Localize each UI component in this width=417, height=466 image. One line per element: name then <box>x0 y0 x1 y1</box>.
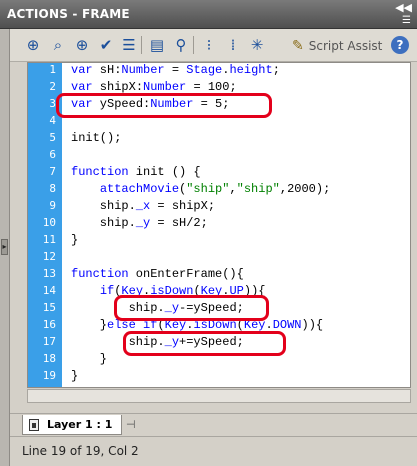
code-hint-icon[interactable]: ▤ <box>147 35 167 55</box>
code-line: var sH:Number = Stage.height; <box>71 63 280 77</box>
line-number: 12 <box>42 250 56 263</box>
code-line: } <box>71 352 108 366</box>
code-line: ship._x = shipX; <box>71 199 216 213</box>
line-number: 17 <box>42 335 56 348</box>
line-number: 18 <box>42 352 56 365</box>
line-number: 14 <box>42 284 56 297</box>
panel-collapse-handle[interactable]: ▸ <box>1 239 8 255</box>
line-number: 13 <box>42 267 56 280</box>
left-dock-strip: ▸ <box>0 29 10 466</box>
script-assist-button[interactable]: ✎ Script Assist <box>292 36 382 56</box>
line-number: 1 <box>49 63 56 76</box>
code-line: ship._y = sH/2; <box>71 216 208 230</box>
actions-toolbar: ⊕ ⌕ ⊕ ✔ ☰ ▤ ⚲ ⁝ ⁞ ✳ ✎ Script Assist ? <box>10 29 417 62</box>
code-line: } <box>71 369 79 383</box>
toolbar-separator <box>141 36 142 54</box>
script-assist-label: Script Assist <box>308 39 383 53</box>
add-item-icon[interactable]: ⊕ <box>23 35 43 55</box>
horizontal-scrollbar[interactable] <box>27 389 411 403</box>
panel-menu-icon[interactable]: ☰ <box>402 15 411 26</box>
layer-tab-label: Layer 1 : 1 <box>47 418 113 431</box>
line-number: 7 <box>49 165 56 178</box>
code-line: function init () { <box>71 165 201 179</box>
help-icon[interactable]: ? <box>391 36 409 54</box>
script-editor[interactable]: 1 2 3 4 5 6 7 8 9 10 11 12 13 14 15 16 1… <box>27 62 411 388</box>
debug-options-icon[interactable]: ⚲ <box>171 35 191 55</box>
find-icon[interactable]: ⌕ <box>48 35 68 55</box>
collapse-selection-icon[interactable]: ⁞ <box>223 35 243 55</box>
cursor-position-status: Line 19 of 19, Col 2 <box>22 444 139 458</box>
line-number: 6 <box>49 148 56 161</box>
line-number: 19 <box>42 369 56 382</box>
line-number: 8 <box>49 182 56 195</box>
line-number: 3 <box>49 97 56 110</box>
line-number: 2 <box>49 80 56 93</box>
check-syntax-icon[interactable]: ✔ <box>96 35 116 55</box>
auto-format-icon[interactable]: ☰ <box>119 35 139 55</box>
line-number: 4 <box>49 114 56 127</box>
code-line: init(); <box>71 131 122 145</box>
panel-titlebar: ACTIONS - FRAME ◀◀ ☰ <box>0 0 417 29</box>
script-tabs: Layer 1 : 1 ⊣ <box>10 413 417 435</box>
wand-icon: ✎ <box>292 38 304 54</box>
highlight-box-line-17 <box>123 331 286 356</box>
code-line: attachMovie("ship","ship",2000); <box>99 182 331 196</box>
panel-title: ACTIONS - FRAME <box>7 7 130 21</box>
target-path-icon[interactable]: ⊕ <box>72 35 92 55</box>
line-number: 16 <box>42 318 56 331</box>
line-number: 5 <box>49 131 56 144</box>
highlight-box-line-3 <box>56 93 272 118</box>
frame-script-icon <box>29 418 39 431</box>
toolbar-separator <box>193 36 194 54</box>
collapse-arrows-icon[interactable]: ◀◀ <box>395 1 412 14</box>
status-bar: Line 19 of 19, Col 2 <box>10 436 417 466</box>
line-number: 15 <box>42 301 56 314</box>
code-line: function onEnterFrame(){ <box>71 267 244 281</box>
code-line: } <box>71 233 79 247</box>
collapse-between-braces-icon[interactable]: ⁝ <box>199 35 219 55</box>
line-number: 9 <box>49 199 56 212</box>
line-number: 10 <box>42 216 56 229</box>
tab-layer-1[interactable]: Layer 1 : 1 <box>22 415 122 435</box>
line-number: 11 <box>42 233 56 246</box>
highlight-box-line-15 <box>114 295 269 321</box>
pin-script-icon[interactable]: ⊣ <box>126 418 136 431</box>
expand-all-icon[interactable]: ✳ <box>247 35 267 55</box>
